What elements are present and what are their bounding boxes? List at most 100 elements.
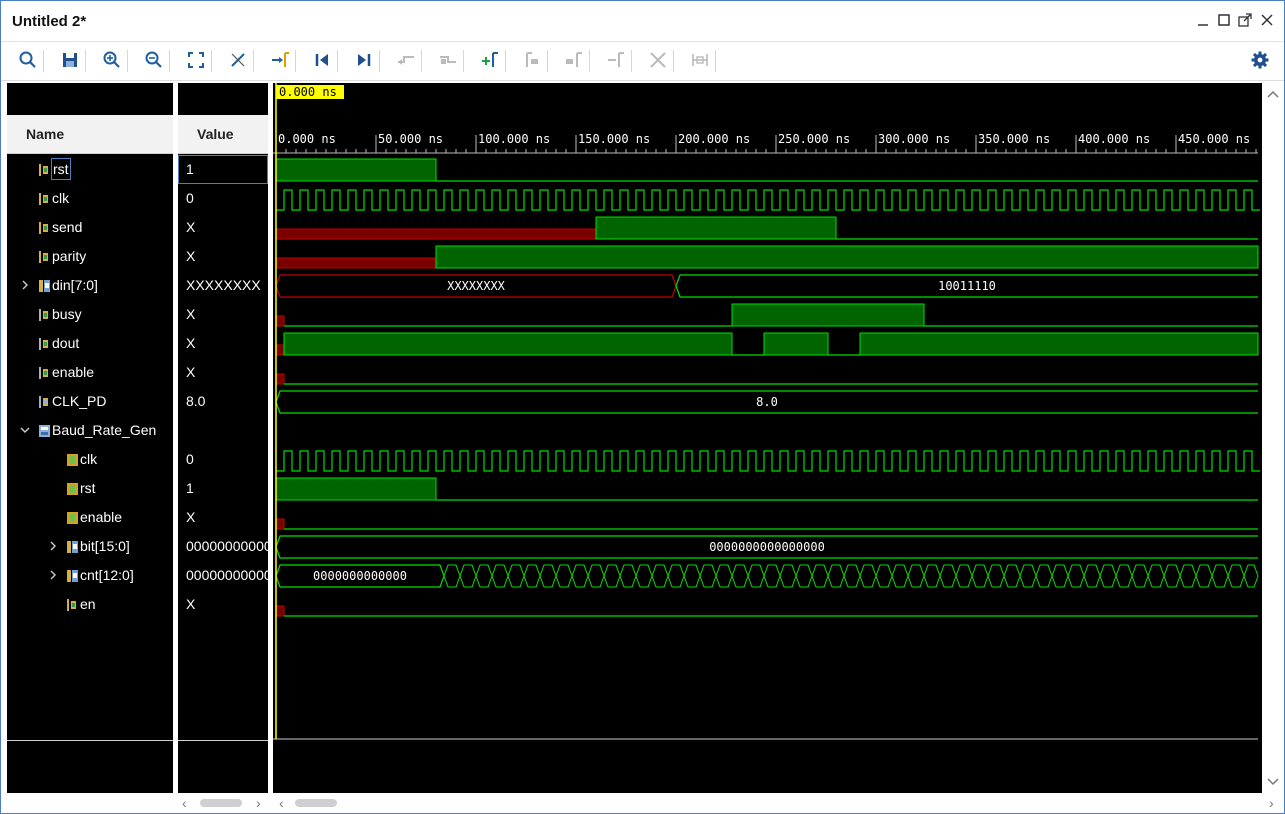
name-header[interactable]: Name bbox=[7, 115, 173, 154]
wave-segment bbox=[275, 605, 285, 617]
close-icon[interactable] bbox=[1258, 11, 1276, 29]
value-cell[interactable]: 1 bbox=[178, 155, 268, 184]
value-header[interactable]: Value bbox=[178, 115, 268, 154]
window-title: Untitled 2* bbox=[12, 13, 87, 30]
chevron-right-icon[interactable] bbox=[48, 568, 58, 582]
signal-row[interactable]: Baud_Rate_Gen bbox=[7, 416, 173, 445]
value-cell[interactable]: X bbox=[178, 358, 268, 387]
next-marker-button[interactable] bbox=[562, 48, 586, 72]
signal-row[interactable]: cnt[12:0] bbox=[7, 561, 173, 590]
value-scroll-thumb[interactable] bbox=[200, 799, 242, 807]
value-cell[interactable]: 1 bbox=[178, 474, 268, 503]
minimize-icon[interactable] bbox=[1194, 11, 1212, 29]
wave-scroll-thumb[interactable] bbox=[295, 799, 337, 807]
signal-row[interactable]: enable bbox=[7, 503, 173, 532]
signal-row[interactable]: parity bbox=[7, 242, 173, 271]
float-icon[interactable] bbox=[1236, 11, 1254, 29]
toolbar-separator bbox=[169, 50, 170, 72]
signal-row[interactable]: enable bbox=[7, 358, 173, 387]
search-button[interactable] bbox=[16, 48, 40, 72]
value-cell[interactable]: 0000000000000000 bbox=[178, 532, 268, 561]
bus-segment bbox=[875, 564, 893, 588]
zoom-in-button[interactable] bbox=[100, 48, 124, 72]
value-cell[interactable]: X bbox=[178, 329, 268, 358]
toolbar-separator bbox=[295, 50, 296, 72]
cursor-button[interactable] bbox=[226, 48, 250, 72]
signal-value: X bbox=[186, 596, 196, 612]
value-cell[interactable]: 0 bbox=[178, 445, 268, 474]
save-icon bbox=[63, 53, 77, 67]
value-cell[interactable]: 0000000000000 bbox=[178, 561, 268, 590]
wave-segment bbox=[275, 373, 285, 385]
bus-segment bbox=[603, 564, 621, 588]
bus-value: 10011110 bbox=[938, 279, 996, 293]
signal-name: cnt[12:0] bbox=[80, 567, 134, 583]
value-cell[interactable]: X bbox=[178, 213, 268, 242]
toolbar-separator bbox=[421, 50, 422, 72]
value-cell[interactable]: 8.0 bbox=[178, 387, 268, 416]
bus-segment bbox=[1051, 564, 1069, 588]
previous-transition-button[interactable] bbox=[394, 48, 418, 72]
settings-button[interactable] bbox=[1248, 48, 1272, 72]
bus-icon bbox=[67, 540, 78, 553]
save-button[interactable] bbox=[58, 48, 82, 72]
go-to-end-button[interactable] bbox=[352, 48, 376, 72]
scroll-left-icon[interactable]: ‹ bbox=[182, 795, 187, 811]
signal-value: X bbox=[186, 248, 196, 264]
signal-row[interactable]: bit[15:0] bbox=[7, 532, 173, 561]
module-icon bbox=[39, 424, 50, 437]
waveform-canvas[interactable]: 0.000 ns 50.000 ns 100.000 ns 150.000 ns 200… bbox=[273, 83, 1262, 793]
signal-row[interactable]: en bbox=[7, 590, 173, 619]
bus-segment bbox=[955, 564, 973, 588]
add-marker-button[interactable] bbox=[478, 48, 502, 72]
signal-row[interactable]: busy bbox=[7, 300, 173, 329]
signal-row[interactable]: clk bbox=[7, 184, 173, 213]
signal-value: X bbox=[186, 509, 196, 525]
internal-icon bbox=[67, 482, 78, 495]
signal-row[interactable]: clk bbox=[7, 445, 173, 474]
value-cell[interactable]: X bbox=[178, 242, 268, 271]
wave-segment bbox=[731, 303, 925, 327]
zoom-out-button[interactable] bbox=[142, 48, 166, 72]
chevron-right-icon[interactable] bbox=[20, 278, 30, 292]
go-to-start-icon bbox=[315, 54, 328, 66]
signal-row[interactable]: rst bbox=[7, 155, 173, 184]
internal-icon bbox=[67, 453, 78, 466]
chevron-right-icon[interactable] bbox=[48, 539, 58, 553]
zoom-in-icon bbox=[103, 51, 120, 68]
delete-button[interactable] bbox=[646, 48, 670, 72]
value-cell[interactable]: XXXXXXXX bbox=[178, 271, 268, 300]
chevron-down-icon[interactable] bbox=[18, 423, 32, 437]
scroll-left-icon[interactable]: ‹ bbox=[279, 795, 284, 811]
previous-marker-button[interactable] bbox=[520, 48, 544, 72]
go-to-cursor-button[interactable] bbox=[268, 48, 292, 72]
value-cell[interactable]: X bbox=[178, 300, 268, 329]
wave-segment bbox=[275, 158, 437, 182]
bus-segment bbox=[443, 564, 461, 588]
horizontal-scrollbar[interactable]: ‹ › ‹ › bbox=[1, 793, 1284, 813]
zoom-fit-button[interactable] bbox=[184, 48, 208, 72]
signal-row[interactable]: dout bbox=[7, 329, 173, 358]
value-cell[interactable] bbox=[178, 416, 268, 445]
signal-row[interactable]: send bbox=[7, 213, 173, 242]
value-cell[interactable]: X bbox=[178, 503, 268, 532]
go-to-start-button[interactable] bbox=[310, 48, 334, 72]
value-cell[interactable]: 0 bbox=[178, 184, 268, 213]
next-transition-button[interactable] bbox=[436, 48, 460, 72]
vertical-scrollbar[interactable] bbox=[1263, 83, 1284, 793]
signal-name: Baud_Rate_Gen bbox=[52, 422, 157, 438]
restore-icon[interactable] bbox=[1215, 11, 1233, 29]
signal-row[interactable]: rst bbox=[7, 474, 173, 503]
snap-button[interactable] bbox=[688, 48, 712, 72]
bus-segment bbox=[475, 564, 493, 588]
bus-segment bbox=[827, 564, 845, 588]
scroll-right-icon[interactable]: › bbox=[256, 795, 261, 811]
scroll-right-icon[interactable]: › bbox=[1269, 795, 1274, 811]
bus-segment bbox=[491, 564, 509, 588]
wave-segment bbox=[435, 245, 1259, 269]
signal-row[interactable]: CLK_PD bbox=[7, 387, 173, 416]
swap-cursors-button[interactable] bbox=[604, 48, 628, 72]
value-cell[interactable]: X bbox=[178, 590, 268, 619]
signal-row[interactable]: din[7:0] bbox=[7, 271, 173, 300]
signal-name: en bbox=[80, 596, 96, 612]
